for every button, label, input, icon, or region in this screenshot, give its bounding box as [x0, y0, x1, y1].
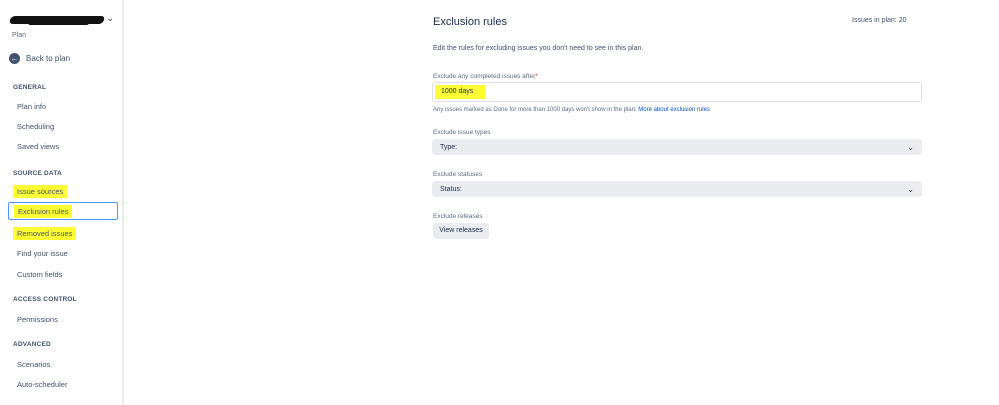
completed-issues-helper: Any issues marked as Done for more than …	[433, 107, 710, 113]
issue-types-label: Exclude issue types	[433, 129, 491, 136]
sidebar-item-find-your-issue[interactable]: Find your issue	[8, 245, 118, 261]
statuses-select-value: Status:	[440, 185, 462, 193]
chevron-down-icon: ⌄	[907, 184, 914, 194]
sidebar-item-label: Saved views	[17, 141, 60, 151]
sidebar-item-label: Scheduling	[17, 121, 55, 131]
completed-issues-value: 1000 days	[435, 85, 485, 99]
issue-types-select-value: Type:	[440, 143, 458, 151]
page-description: Edit the rules for excluding issues you …	[433, 45, 644, 52]
group-title-advanced: ADVANCED	[13, 341, 51, 348]
sidebar-item-label: Removed issues	[13, 226, 77, 240]
plan-name-redacted	[8, 16, 106, 24]
issue-types-select[interactable]: Type: ⌄	[432, 139, 922, 155]
sidebar-item-scheduling[interactable]: Scheduling	[8, 118, 118, 134]
sidebar-item-plan-info[interactable]: Plan info	[8, 98, 118, 114]
sidebar-item-label: Custom fields	[17, 269, 63, 279]
sidebar-item-label: Auto-scheduler	[17, 379, 68, 389]
statuses-label: Exclude statuses	[433, 171, 483, 178]
arrow-left-icon: ←	[9, 53, 20, 64]
sidebar-item-permissions[interactable]: Permissions	[8, 311, 118, 327]
sidebar-item-label: Issue sources	[13, 184, 68, 198]
view-releases-button[interactable]: View releases	[433, 223, 489, 239]
plan-switcher[interactable]: ⌄ Plan	[8, 13, 118, 43]
sidebar-item-saved-views[interactable]: Saved views	[8, 138, 118, 154]
completed-issues-label: Exclude any completed issues after*	[433, 73, 538, 80]
sidebar-item-scenarios[interactable]: Scenarios	[8, 356, 118, 372]
statuses-select[interactable]: Status: ⌄	[432, 181, 922, 197]
plan-subtitle: Plan	[12, 32, 27, 39]
exclusion-rules-help-link[interactable]: More about exclusion rules	[638, 107, 710, 113]
chevron-down-icon[interactable]: ⌄	[106, 13, 114, 24]
completed-issues-input[interactable]: 1000 days	[432, 82, 922, 102]
sidebar-item-label: Plan info	[17, 101, 47, 111]
back-to-plan-label: Back to plan	[26, 54, 71, 63]
completed-issues-helper-text: Any issues marked as Done for more than …	[433, 107, 637, 113]
required-marker: *	[535, 73, 538, 80]
sidebar: ⌄ Plan ← Back to plan GENERAL Plan info …	[0, 0, 124, 405]
group-title-access-control: ACCESS CONTROL	[13, 296, 77, 303]
sidebar-item-label: Scenarios	[17, 359, 51, 369]
completed-issues-label-text: Exclude any completed issues after	[433, 73, 536, 80]
sidebar-item-label: Find your issue	[17, 248, 68, 258]
group-title-general: GENERAL	[13, 84, 47, 91]
sidebar-item-removed-issues[interactable]: Removed issues	[8, 225, 118, 241]
issues-in-plan-count: Issues in plan: 20	[852, 17, 907, 24]
releases-label: Exclude releases	[433, 213, 483, 220]
sidebar-item-custom-fields[interactable]: Custom fields	[8, 266, 118, 282]
sidebar-item-label: Exclusion rules	[14, 204, 73, 218]
chevron-down-icon: ⌄	[907, 142, 914, 152]
sidebar-item-auto-scheduler[interactable]: Auto-scheduler	[8, 376, 118, 392]
page-title: Exclusion rules	[433, 16, 507, 28]
group-title-source-data: SOURCE DATA	[13, 170, 62, 177]
sidebar-item-label: Permissions	[17, 314, 58, 324]
sidebar-item-issue-sources[interactable]: Issue sources	[8, 183, 118, 199]
back-to-plan-link[interactable]: ← Back to plan	[9, 53, 70, 64]
sidebar-item-exclusion-rules[interactable]: Exclusion rules	[8, 202, 118, 220]
